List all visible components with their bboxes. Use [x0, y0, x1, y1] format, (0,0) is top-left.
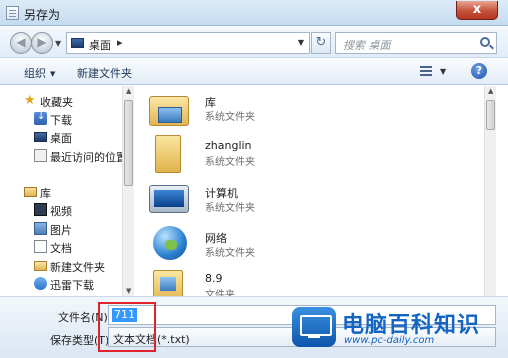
star-icon: ★	[24, 93, 36, 108]
file-name: 8.9	[205, 272, 223, 285]
network-icon	[153, 226, 187, 260]
nav-label: 下载	[50, 114, 72, 127]
help-icon[interactable]: ?	[471, 63, 487, 79]
file-type: 系统文件夹	[205, 112, 255, 123]
filetype-label: 保存类型(T):	[50, 334, 114, 347]
breadcrumb-chevron-icon[interactable]: ▸	[117, 36, 123, 49]
organize-button[interactable]: 组织 ▼	[24, 65, 55, 81]
organize-label: 组织	[24, 67, 46, 80]
list-item[interactable]: 库 系统文件夹	[149, 88, 449, 136]
document-icon	[6, 6, 19, 20]
search-input[interactable]: 搜索 桌面	[335, 32, 497, 54]
view-dropdown-icon[interactable]: ▼	[440, 67, 446, 76]
file-type: 系统文件夹	[205, 248, 255, 259]
nav-label: 桌面	[50, 132, 72, 145]
nav-label: 新建文件夹	[50, 261, 105, 274]
list-item[interactable]: 计算机 系统文件夹	[149, 179, 449, 227]
nav-label: 迅雷下载	[50, 279, 94, 292]
navigation-pane: ★ 收藏夹 下载 桌面 最近访问的位置 库 视频 图片 文档 新建文件夹 迅雷下…	[0, 86, 134, 296]
file-type: 系统文件夹	[205, 203, 255, 214]
file-scrollbar[interactable]: ▲	[484, 86, 496, 296]
address-path[interactable]: 桌面	[89, 37, 111, 53]
library-icon	[24, 187, 37, 197]
file-type: 系统文件夹	[205, 157, 255, 168]
filetype-value: 文本文档(*.txt)	[113, 333, 190, 346]
watermark-url: www.pc-daily.com	[344, 335, 435, 346]
document-icon	[34, 240, 47, 253]
computer-icon	[149, 185, 189, 213]
address-bar[interactable]: 桌面 ▸ ▼	[66, 32, 310, 54]
file-name: zhanglin	[205, 139, 252, 152]
scroll-up-icon[interactable]: ▲	[488, 87, 493, 95]
scroll-down-icon[interactable]: ▼	[126, 287, 131, 295]
watermark: 电脑百科知识 www.pc-daily.com	[290, 301, 502, 351]
folder-icon	[34, 261, 47, 271]
search-icon[interactable]	[480, 37, 490, 47]
scroll-up-icon[interactable]: ▲	[126, 87, 131, 95]
filename-value[interactable]: 711	[112, 308, 137, 322]
download-icon	[34, 111, 47, 125]
command-toolbar: 组织 ▼ 新建文件夹 ▼ ?	[0, 57, 508, 85]
picture-icon	[34, 222, 47, 235]
nav-scrollbar[interactable]: ▲ ▼	[122, 86, 134, 296]
nav-label: 图片	[50, 224, 72, 237]
list-item[interactable]: zhanglin 系统文件夹	[149, 133, 449, 181]
title-bar: 另存为 x	[0, 0, 508, 26]
video-icon	[34, 203, 47, 216]
scrollbar-thumb[interactable]	[486, 100, 495, 130]
chevron-down-icon: ▼	[50, 70, 56, 78]
new-folder-button[interactable]: 新建文件夹	[77, 65, 132, 81]
monitor-logo-icon	[292, 307, 336, 347]
list-item[interactable]: 网络 系统文件夹	[149, 224, 449, 272]
user-folder-icon	[155, 135, 181, 173]
back-button[interactable]: ◀	[10, 32, 32, 54]
list-item[interactable]: 8.9 文件夹	[149, 266, 449, 304]
refresh-button[interactable]: ↻	[311, 32, 331, 54]
address-dropdown-icon[interactable]: ▼	[298, 38, 304, 47]
nav-label: 库	[40, 187, 51, 200]
thunder-download-icon	[34, 277, 47, 290]
nav-label: 视频	[50, 205, 72, 218]
desktop-icon	[71, 38, 84, 48]
file-list: 库 系统文件夹 zhanglin 系统文件夹 计算机 系统文件夹 网络 系统文件…	[137, 86, 496, 304]
address-row: ◀ ▶ ▼ 桌面 ▸ ▼ ↻ 搜索 桌面	[0, 27, 508, 57]
nav-label: 最近访问的位置	[50, 151, 127, 164]
library-icon	[149, 96, 189, 126]
recent-pages-dropdown-icon[interactable]: ▼	[55, 39, 61, 48]
recent-places-icon	[34, 149, 47, 162]
forward-button[interactable]: ▶	[31, 32, 53, 54]
search-placeholder: 搜索 桌面	[343, 39, 391, 52]
window-title: 另存为	[24, 8, 61, 22]
scrollbar-thumb[interactable]	[124, 100, 133, 186]
view-options-icon[interactable]	[420, 66, 432, 77]
close-button[interactable]: x	[456, 1, 498, 20]
nav-label: 文档	[50, 242, 72, 255]
desktop-icon	[34, 132, 47, 142]
filename-label: 文件名(N):	[58, 311, 112, 324]
nav-label: 收藏夹	[40, 96, 73, 109]
